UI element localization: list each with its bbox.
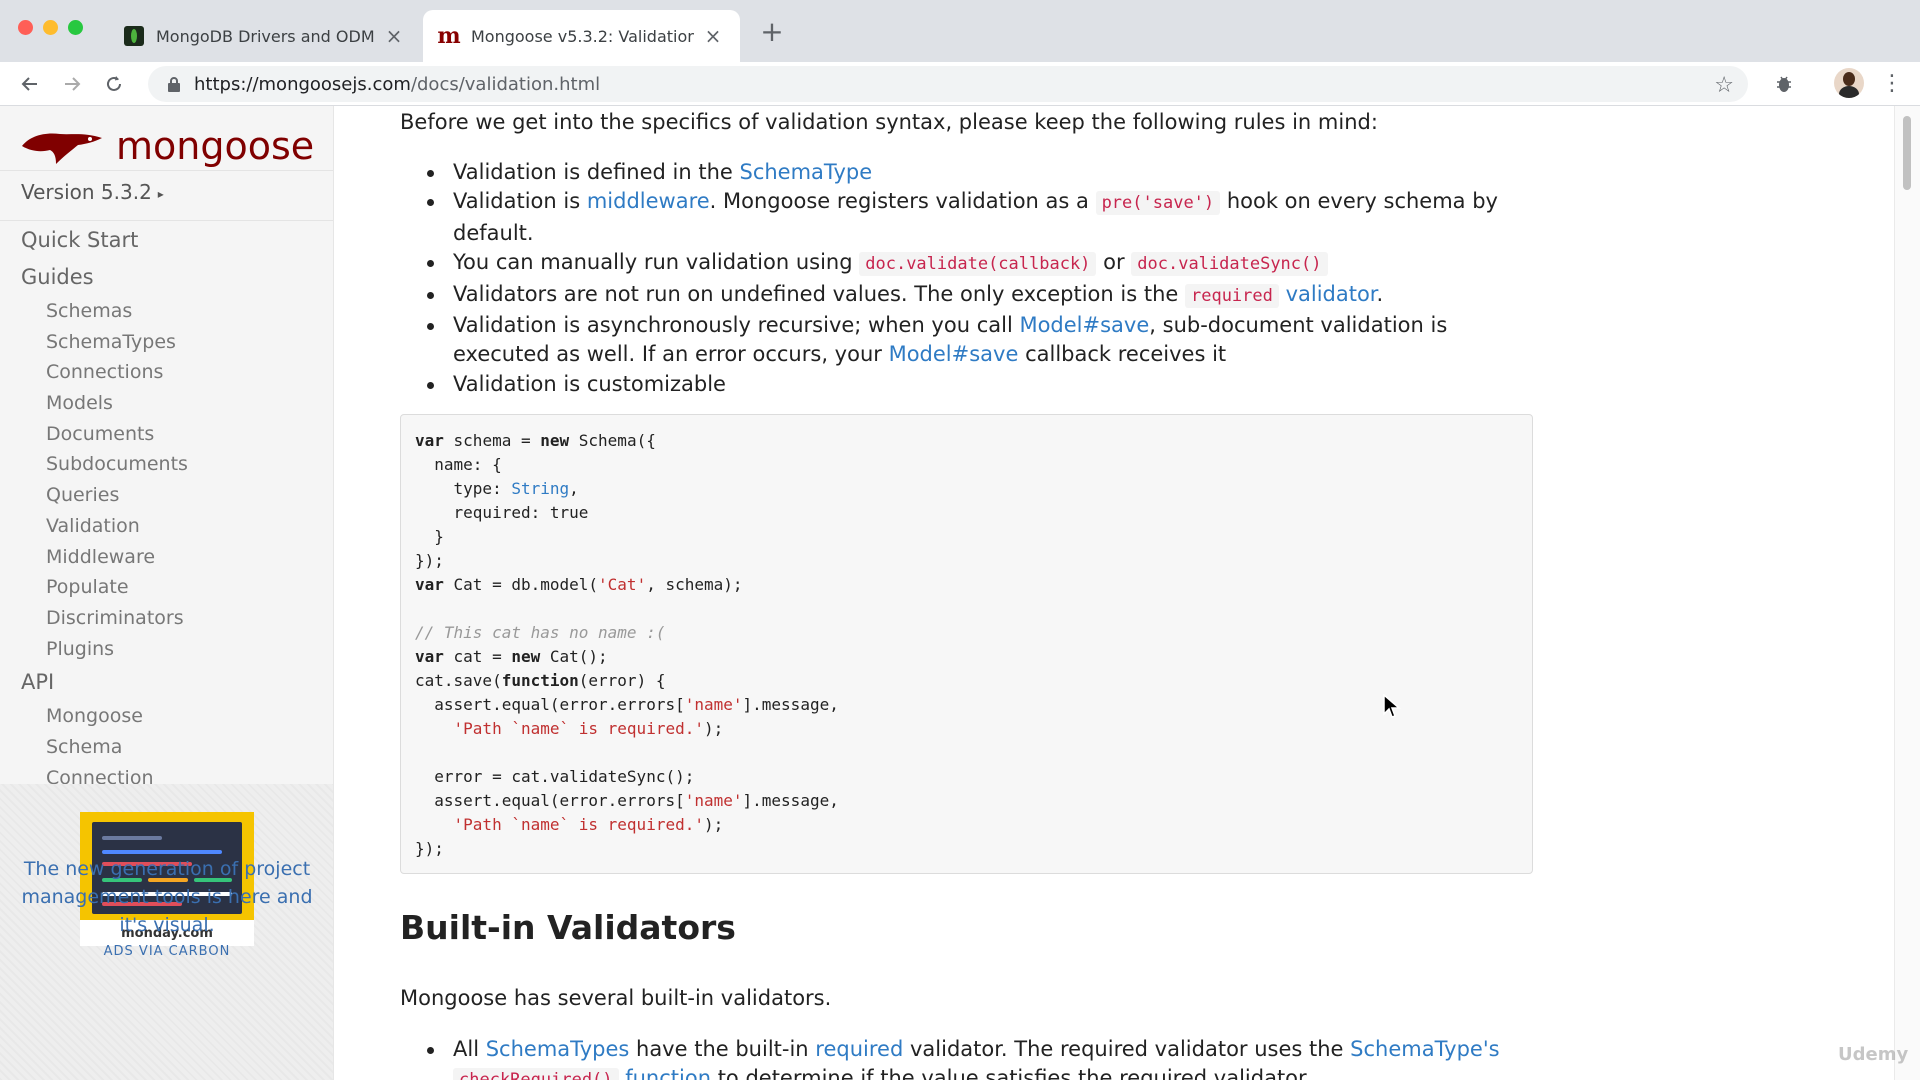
section-heading: Built-in Validators: [400, 908, 736, 947]
list-item: Validators are not run on undefined valu…: [400, 280, 1530, 311]
schematypes-link[interactable]: SchemaType's: [1350, 1037, 1499, 1061]
tab-mongoose-validation[interactable]: m Mongoose v5.3.2: Validation ×: [423, 10, 740, 62]
page-scrollbar[interactable]: [1894, 106, 1920, 1080]
close-tab-icon[interactable]: ×: [702, 24, 724, 48]
divider: [0, 170, 333, 171]
caret-right-icon: ▸: [157, 186, 164, 201]
schematypes-link[interactable]: SchemaTypes: [486, 1037, 630, 1061]
sidebar-item-queries[interactable]: Queries: [0, 480, 333, 511]
tab-title: MongoDB Drivers and ODM —: [156, 26, 375, 46]
new-tab-button[interactable]: +: [758, 18, 786, 46]
maximize-window-button[interactable]: [68, 20, 83, 35]
version-label: Version 5.3.2: [21, 180, 152, 204]
sidebar-item-validation[interactable]: Validation: [0, 511, 333, 542]
inline-code: required: [1184, 283, 1279, 308]
browser-menu-icon[interactable]: ⋮: [1881, 68, 1903, 98]
close-window-button[interactable]: [18, 20, 33, 35]
schematype-link[interactable]: SchemaType: [740, 160, 873, 184]
paragraph: Mongoose has several built-in validators…: [400, 986, 832, 1010]
ad-text-link[interactable]: The new generation of project management…: [10, 855, 324, 939]
code-example[interactable]: var schema = new Schema({ name: { type: …: [400, 414, 1533, 874]
sidebar-item-api-schema[interactable]: Schema: [0, 732, 333, 763]
sidebar-item-guides[interactable]: Guides: [0, 259, 333, 296]
validator-link[interactable]: validator: [1286, 282, 1377, 306]
mongoose-animal-icon: [22, 133, 102, 164]
sidebar-item-schematypes[interactable]: SchemaTypes: [0, 327, 333, 358]
browser-toolbar: https://mongoosejs.com/docs/validation.h…: [0, 62, 1920, 106]
url-text: https://mongoosejs.com/docs/validation.h…: [194, 73, 601, 95]
address-bar[interactable]: https://mongoosejs.com/docs/validation.h…: [148, 66, 1748, 102]
sidebar-item-middleware[interactable]: Middleware: [0, 542, 333, 573]
forward-arrow-icon[interactable]: [58, 70, 86, 98]
sidebar-item-subdocuments[interactable]: Subdocuments: [0, 449, 333, 480]
udemy-watermark: Udemy: [1838, 1044, 1909, 1065]
list-item: You can manually run validation using do…: [400, 248, 1530, 279]
builtin-validators-list: All SchemaTypes have the built-in requir…: [400, 1035, 1530, 1080]
function-link[interactable]: function: [625, 1066, 711, 1080]
list-item: All SchemaTypes have the built-in requir…: [400, 1035, 1530, 1080]
sidebar-item-api-mongoose[interactable]: Mongoose: [0, 701, 333, 732]
middleware-link[interactable]: middleware: [587, 189, 710, 213]
sidebar-item-connections[interactable]: Connections: [0, 357, 333, 388]
sidebar-nav: Quick Start Guides Schemas SchemaTypes C…: [0, 222, 333, 793]
mouse-cursor-icon: [1383, 694, 1402, 718]
list-item: Validation is asynchronously recursive; …: [400, 311, 1530, 370]
sidebar-item-quick-start[interactable]: Quick Start: [0, 222, 333, 259]
list-item: Validation is middleware. Mongoose regis…: [400, 187, 1530, 248]
validation-rules-list: Validation is defined in the SchemaType …: [400, 158, 1530, 399]
reload-icon[interactable]: [100, 70, 128, 98]
mongoose-logo[interactable]: mongoose: [20, 116, 314, 176]
scrollbar-thumb[interactable]: [1903, 116, 1911, 190]
tab-mongodb-drivers[interactable]: MongoDB Drivers and ODM — ×: [108, 10, 421, 62]
version-selector[interactable]: Version 5.3.2 ▸: [21, 180, 164, 204]
main-content: Before we get into the specifics of vali…: [334, 106, 1894, 1080]
tab-bar: MongoDB Drivers and ODM — × m Mongoose v…: [0, 0, 1920, 62]
inline-code: doc.validateSync(): [1131, 252, 1328, 277]
divider: [0, 220, 333, 221]
inline-code: checkRequired(): [453, 1068, 619, 1080]
extension-bug-icon[interactable]: [1770, 70, 1798, 98]
profile-avatar[interactable]: [1834, 68, 1864, 98]
code-text: var schema = new Schema({ name: { type: …: [415, 431, 839, 858]
required-link[interactable]: required: [815, 1037, 903, 1061]
sidebar-item-discriminators[interactable]: Discriminators: [0, 603, 333, 634]
sidebar-item-api[interactable]: API: [0, 664, 333, 701]
model-save-link[interactable]: Model#save: [889, 342, 1019, 366]
back-arrow-icon[interactable]: [16, 70, 44, 98]
sidebar-item-plugins[interactable]: Plugins: [0, 634, 333, 665]
list-item: Validation is defined in the SchemaType: [400, 158, 1530, 187]
sidebar-item-models[interactable]: Models: [0, 388, 333, 419]
sidebar-item-documents[interactable]: Documents: [0, 419, 333, 450]
logo-text: mongoose: [116, 124, 315, 168]
ads-via-carbon-link[interactable]: ADS VIA CARBON: [0, 944, 334, 959]
sidebar-item-schemas[interactable]: Schemas: [0, 296, 333, 327]
model-save-link[interactable]: Model#save: [1019, 313, 1149, 337]
minimize-window-button[interactable]: [43, 20, 58, 35]
inline-code: pre('save'): [1095, 191, 1221, 216]
tab-title: Mongoose v5.3.2: Validation: [471, 26, 694, 46]
lock-icon[interactable]: [164, 74, 184, 94]
sidebar-item-populate[interactable]: Populate: [0, 572, 333, 603]
list-item: Validation is customizable: [400, 370, 1530, 399]
intro-paragraph: Before we get into the specifics of vali…: [400, 110, 1378, 134]
mongodb-leaf-icon: [124, 26, 144, 46]
inline-code: doc.validate(callback): [859, 252, 1097, 277]
bookmark-star-icon[interactable]: ☆: [1714, 73, 1734, 98]
mongoose-m-icon: m: [437, 23, 461, 49]
close-tab-icon[interactable]: ×: [383, 24, 405, 48]
